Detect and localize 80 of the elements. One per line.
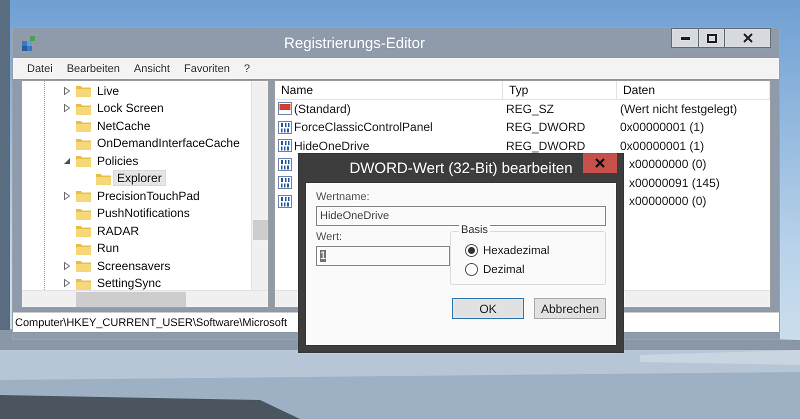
table-cell: REG_DWORD — [506, 138, 586, 153]
folder-icon — [76, 154, 91, 168]
tree-item[interactable]: Run — [93, 240, 124, 256]
tree-item[interactable]: Screensavers — [93, 258, 174, 274]
maximize-button[interactable] — [698, 28, 725, 48]
maximize-icon — [706, 34, 716, 42]
radio-label[interactable]: Dezimal — [483, 264, 525, 276]
menu-item[interactable]: Favoriten — [184, 62, 230, 74]
radio-button[interactable] — [465, 263, 478, 276]
table-cell: (Wert nicht festgelegt) — [620, 102, 738, 116]
table-cell: REG_DWORD — [506, 120, 586, 134]
registry-app-icon — [21, 35, 37, 51]
binary-value-icon — [278, 139, 292, 152]
column-header[interactable]: Typ — [503, 81, 617, 100]
folder-icon — [76, 84, 91, 98]
binary-value-icon — [278, 158, 292, 171]
folder-icon — [76, 206, 91, 220]
close-icon — [595, 158, 605, 168]
vertical-scrollbar[interactable] — [251, 81, 268, 290]
folder-icon — [76, 259, 91, 272]
folder-icon — [76, 136, 91, 150]
menu-item[interactable]: ? — [244, 62, 250, 74]
string-value-icon — [278, 102, 292, 116]
table-cell: (Standard) — [294, 102, 351, 116]
folder-icon — [76, 242, 91, 255]
folder-icon — [76, 224, 91, 238]
tree-item[interactable]: OnDemandInterfaceCache — [93, 135, 244, 152]
table-cell: x00000000 (0) — [629, 157, 706, 172]
tree-item[interactable]: PushNotifications — [93, 205, 194, 222]
folder-icon — [96, 172, 111, 185]
value-data-field[interactable]: 1 — [316, 246, 450, 266]
tree-item[interactable]: PrecisionTouchPad — [93, 188, 204, 204]
expand-arrow-icon[interactable] — [64, 86, 70, 95]
status-path: Computer\HKEY_CURRENT_USER\Software\Microsoft — [15, 316, 288, 328]
field-label: Wert: — [316, 231, 344, 243]
expand-arrow-icon[interactable] — [64, 192, 70, 200]
field-label: Wertname: — [316, 191, 371, 203]
expand-arrow-icon[interactable] — [64, 104, 70, 112]
folder-icon — [76, 189, 91, 202]
table-cell: 0x00000001 (1) — [620, 120, 704, 134]
expand-arrow-icon[interactable] — [64, 279, 70, 288]
collapse-arrow-icon[interactable] — [64, 158, 70, 164]
tree-item[interactable]: Explorer — [113, 170, 166, 186]
table-cell: REG_SZ — [506, 102, 554, 116]
folder-icon — [76, 276, 91, 290]
group-label: Basis — [459, 224, 490, 236]
tree-item[interactable]: Policies — [93, 152, 142, 169]
binary-value-icon — [278, 176, 292, 190]
tree-item[interactable]: Live — [93, 82, 124, 99]
tree-item[interactable]: RADAR — [93, 222, 144, 239]
close-button[interactable] — [724, 28, 771, 48]
column-header[interactable]: Daten — [617, 81, 770, 100]
window-title: Registrierungs-Editor — [283, 34, 426, 52]
minimize-icon — [680, 36, 690, 40]
binary-value-icon — [278, 194, 292, 208]
column-header[interactable]: Name — [275, 81, 503, 100]
ok-button[interactable]: OK — [452, 298, 524, 319]
minimize-button[interactable] — [671, 28, 699, 48]
close-icon — [742, 33, 752, 43]
table-cell: HideOneDrive — [294, 138, 370, 153]
folder-icon — [76, 102, 91, 115]
folder-icon — [76, 119, 91, 132]
dialog-title: DWORD-Wert (32-Bit) bearbeiten — [348, 160, 574, 176]
table-cell: 0x00000001 (1) — [620, 138, 704, 153]
cancel-button[interactable]: Abbrechen — [534, 298, 606, 319]
horizontal-scrollbar[interactable] — [22, 290, 268, 307]
table-cell: ForceClassicControlPanel — [294, 120, 433, 134]
radio-label[interactable]: Hexadezimal — [483, 244, 550, 256]
menu-item[interactable]: Datei — [27, 62, 53, 74]
tree-item[interactable]: Lock Screen — [93, 100, 168, 116]
menu-item[interactable]: Ansicht — [134, 62, 170, 74]
radio-button[interactable] — [465, 244, 478, 257]
tree-item[interactable]: NetCache — [93, 118, 154, 134]
expand-arrow-icon[interactable] — [64, 262, 70, 270]
binary-value-icon — [278, 120, 292, 134]
table-cell: x00000000 (0) — [629, 194, 706, 208]
table-cell: x00000091 (145) — [629, 176, 720, 190]
value-name-field[interactable]: HideOneDrive — [316, 206, 606, 226]
menu-item[interactable]: Bearbeiten — [66, 62, 120, 74]
tree-item[interactable]: SettingSync — [93, 275, 166, 290]
